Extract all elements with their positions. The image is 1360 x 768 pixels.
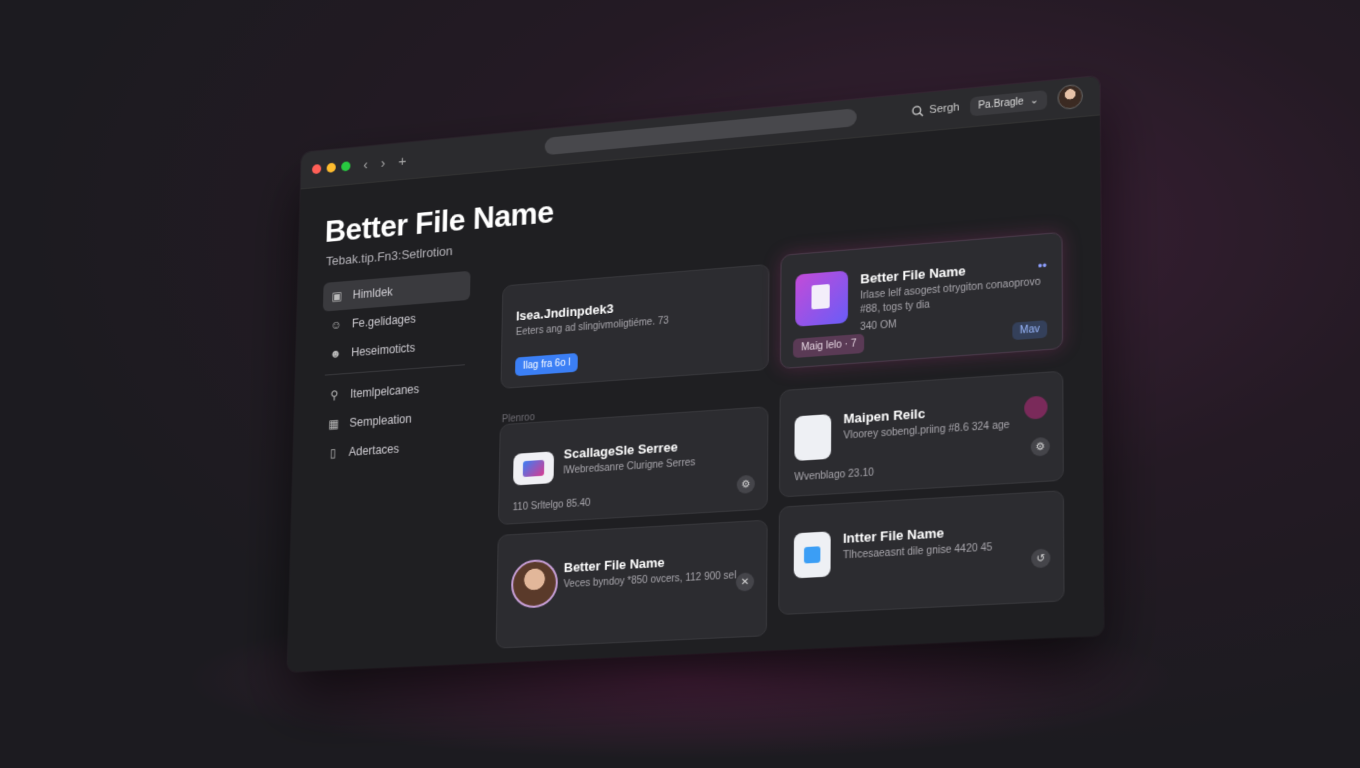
badge-icon [1024, 395, 1048, 420]
avatar[interactable] [1057, 83, 1083, 111]
share-icon[interactable]: ↺ [1031, 548, 1051, 569]
minimize-window-button[interactable] [326, 162, 336, 173]
sidebar-item-label: Fe.gelidages [351, 311, 416, 331]
plus-icon[interactable]: + [398, 153, 406, 170]
page-title: Better File Name [324, 193, 555, 249]
view-button[interactable]: Mav [1012, 320, 1048, 341]
sidebar-item-label: Adertaces [348, 441, 400, 459]
chevron-right-icon[interactable]: › [381, 155, 386, 172]
tools-icon[interactable]: ✕ [735, 572, 755, 592]
card-meta: 110 Srltelgo 85.40 [512, 497, 591, 514]
sidebar-item-label: Himldek [352, 284, 393, 302]
grid-icon: ▦ [328, 416, 340, 432]
toolbar-right: Sergh Pa.Bragle ⌄ [912, 83, 1083, 124]
file-icon [793, 531, 831, 579]
profile-select-value: Pa.Bragle [978, 95, 1024, 112]
search-button[interactable]: Sergh [912, 101, 960, 118]
sidebar-item-label: Itemlpelcanes [350, 382, 420, 401]
card-mid-left[interactable]: ScallageSle Serree lWebredsanre Clurigne… [497, 406, 769, 526]
gear-icon[interactable]: ⚙ [736, 474, 755, 494]
sidebar-item-label: Sempleation [349, 411, 412, 430]
card-action-button[interactable]: Ilag fra 6o l [515, 352, 579, 377]
titlebar: ‹ › + Sergh Pa.Bragle ⌄ [300, 75, 1100, 190]
chart-thumbnail-icon [513, 451, 555, 486]
zoom-window-button[interactable] [341, 161, 351, 172]
sidebar-item-label: Heseimoticts [351, 340, 416, 360]
card-top-left[interactable]: Isea.Jndinpdek3 Eeters ang ad slingivmol… [500, 263, 770, 390]
bookmark-icon: ▯ [329, 446, 337, 461]
address-bar[interactable] [544, 108, 857, 156]
search-icon [912, 105, 924, 118]
card-meta: Wvenblago 23.10 [794, 467, 874, 484]
close-window-button[interactable] [311, 163, 322, 175]
person-search-icon: ⚲ [330, 388, 339, 403]
card-bottom-right[interactable]: Intter File Name Tlhcesaeasnt dile gnise… [778, 490, 1065, 616]
stage: ‹ › + Sergh Pa.Bragle ⌄ Better File Name… [0, 0, 1360, 768]
chevron-down-icon: ⌄ [1029, 94, 1039, 107]
more-icon[interactable]: •• [1038, 259, 1047, 274]
file-icon [795, 270, 849, 327]
sidebar: ▣ Himldek ☺ Fe.gelidages ☻ Heseimoticts … [319, 270, 471, 469]
square-icon: ▣ [331, 289, 343, 304]
profile-select[interactable]: Pa.Bragle ⌄ [969, 89, 1048, 116]
user-icon: ☻ [329, 346, 342, 361]
smiley-icon: ☺ [330, 317, 343, 333]
traffic-lights [311, 161, 351, 175]
search-label: Sergh [929, 101, 960, 117]
avatar [510, 558, 559, 609]
settings-icon[interactable]: ⚙ [1030, 436, 1050, 457]
chevron-left-icon[interactable]: ‹ [363, 156, 368, 173]
card-top-right[interactable]: Better File Name Irlase lelf asogest otr… [779, 231, 1064, 370]
card-mid-right[interactable]: Maipen Reilc Vloorey sobengl.priing #8.6… [778, 370, 1064, 498]
card-tag[interactable]: Maig lelo · 7 [793, 333, 865, 359]
card-bottom-left[interactable]: Better File Name Veces byndoy *850 ovcer… [495, 519, 768, 649]
document-icon [794, 414, 832, 462]
app-window: ‹ › + Sergh Pa.Bragle ⌄ Better File Name… [287, 75, 1104, 672]
